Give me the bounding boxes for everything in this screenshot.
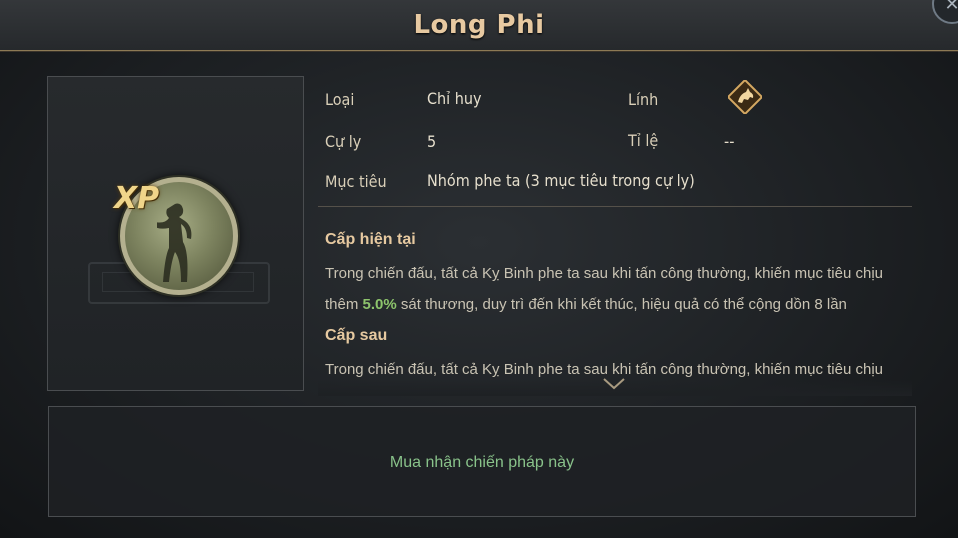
type-value: Chỉ huy	[427, 89, 482, 108]
damage-percent: 5.0%	[362, 296, 397, 313]
skill-portrait-panel: XP	[47, 76, 304, 391]
current-desc-line-2: thêm 5.0% sát thương, duy trì đến khi kế…	[325, 296, 847, 313]
current-desc-line-1: Trong chiến đấu, tất cả Kỵ Binh phe ta s…	[325, 265, 883, 282]
action-panel: Mua nhận chiến pháp này	[48, 406, 916, 517]
current-level-heading: Cấp hiện tại	[325, 231, 416, 248]
title-bar: Long Phi ✕	[0, 0, 958, 51]
current-level-description: Trong chiến đấu, tất cả Kỵ Binh phe ta s…	[325, 258, 910, 320]
range-label: Cự ly	[325, 132, 362, 151]
divider	[318, 206, 912, 207]
warrior-silhouette-icon	[157, 203, 192, 282]
target-label: Mục tiêu	[325, 172, 387, 191]
page-title: Long Phi	[413, 10, 545, 40]
chevron-down-icon[interactable]	[603, 378, 625, 390]
next-level-heading: Cấp sau	[325, 327, 388, 344]
xp-badge: XP	[114, 181, 160, 216]
target-value: Nhóm phe ta (3 mục tiêu trong cự ly)	[427, 171, 695, 190]
buy-skill-button[interactable]: Mua nhận chiến pháp này	[49, 454, 915, 472]
soldier-label: Lính	[628, 90, 659, 109]
rate-value: --	[724, 132, 735, 151]
type-label: Loại	[325, 90, 355, 109]
rate-label: Tỉ lệ	[628, 131, 659, 150]
horse-icon[interactable]	[728, 80, 762, 114]
range-value: 5	[427, 132, 437, 151]
